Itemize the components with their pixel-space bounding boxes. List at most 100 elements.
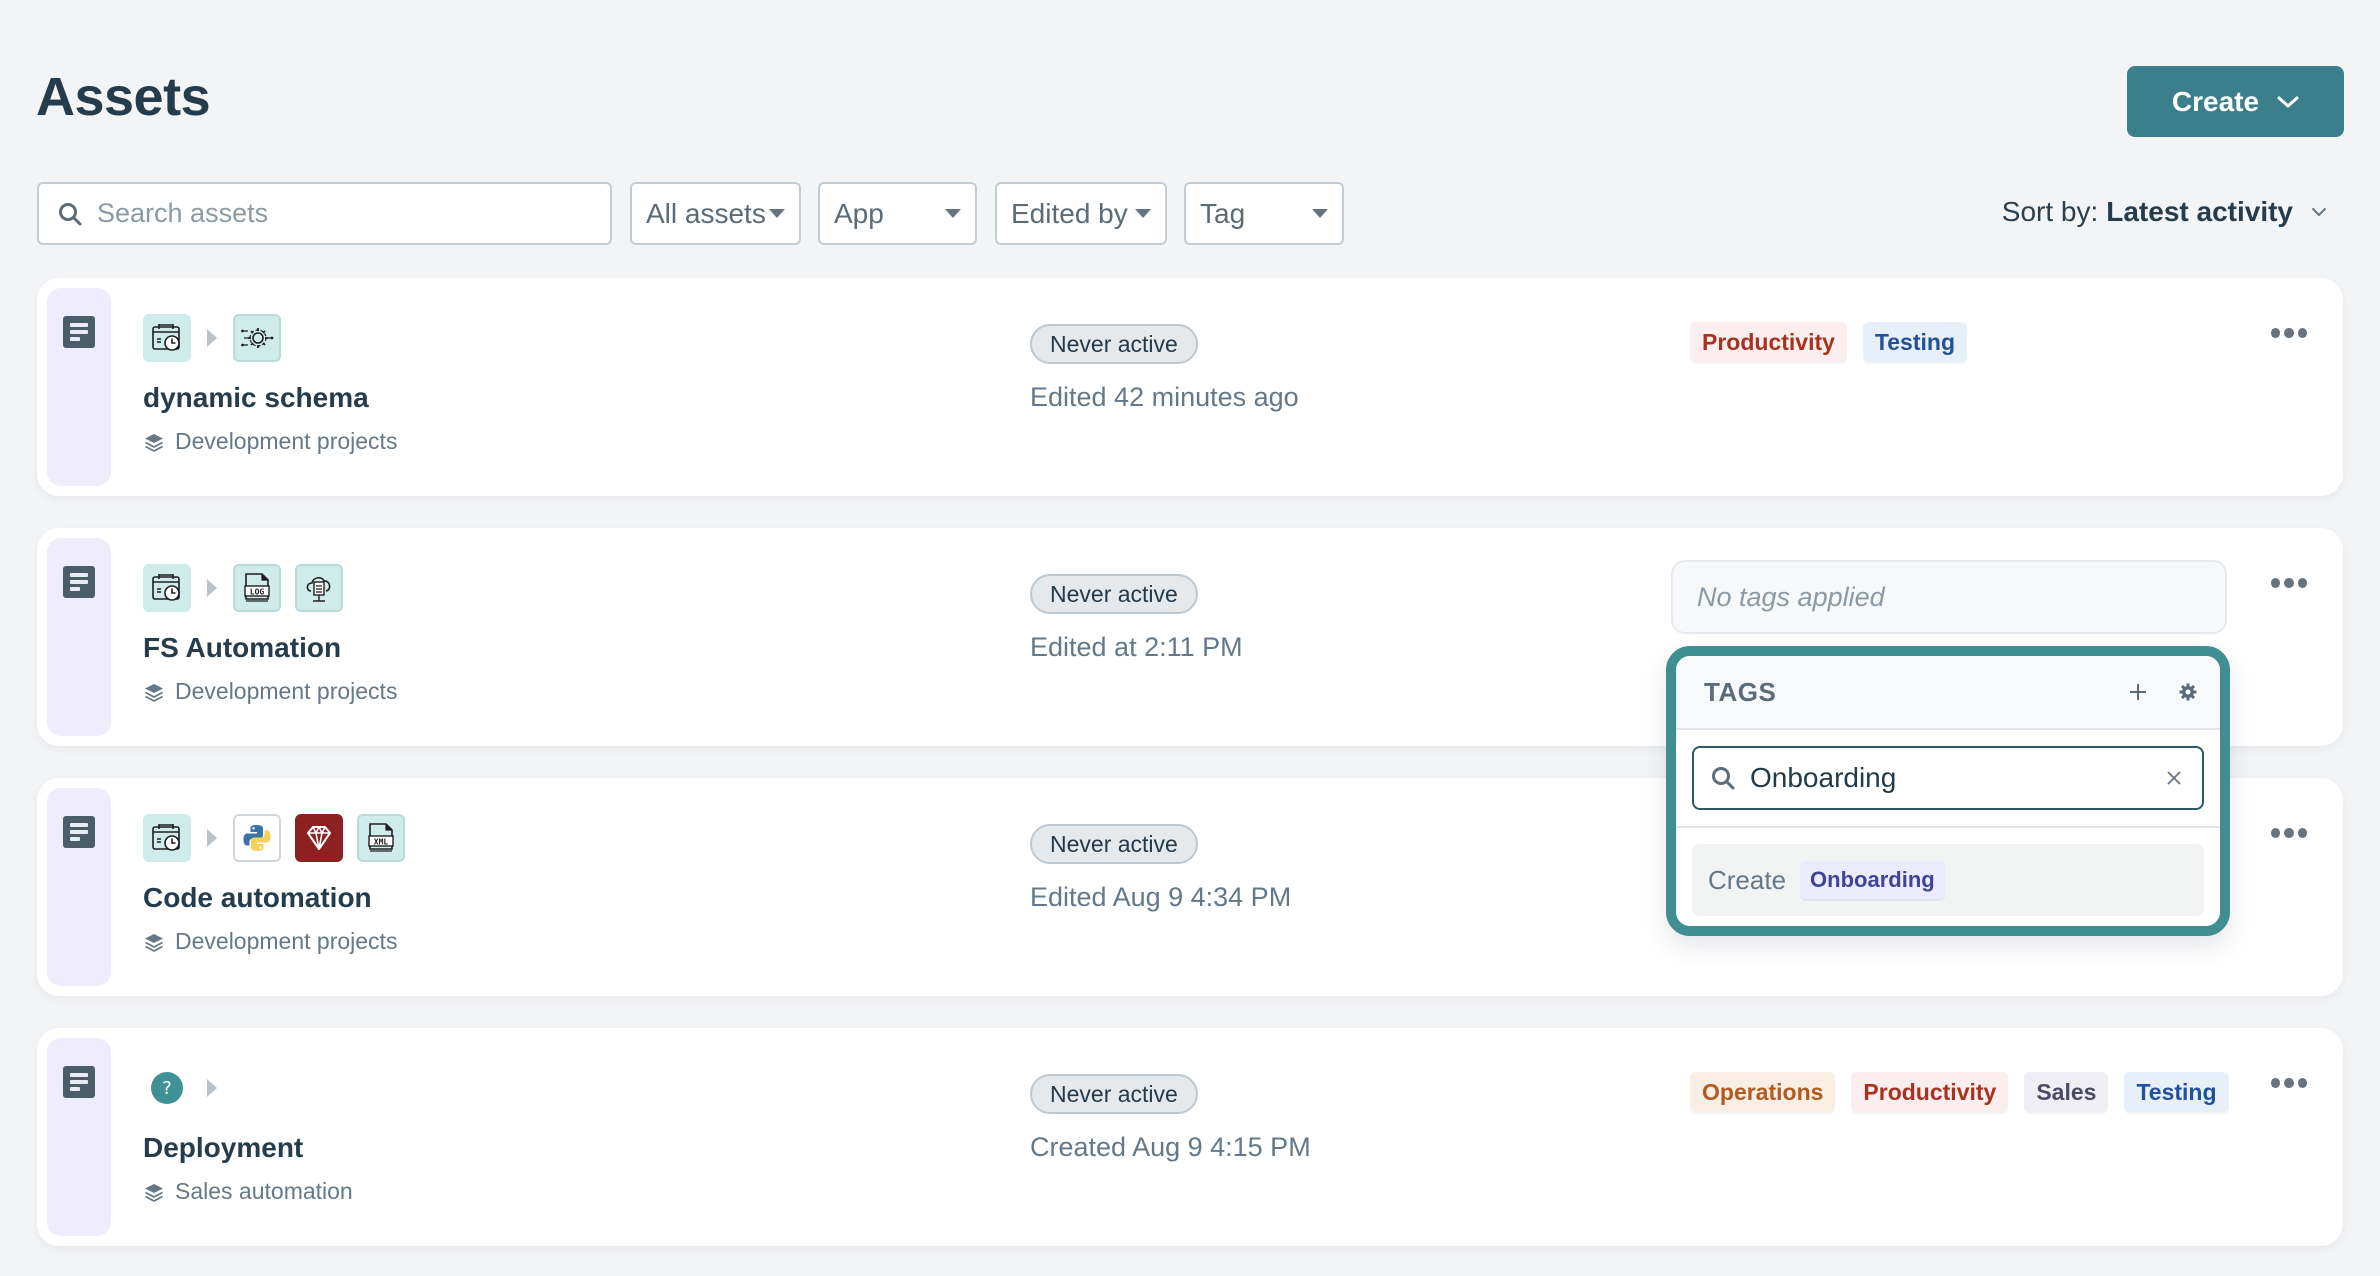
app-connectors (143, 314, 281, 362)
dot (2271, 328, 2281, 338)
edited-time: Edited 42 minutes ago (1030, 382, 1299, 412)
layers-icon (143, 681, 165, 703)
filter-edited-by[interactable]: Edited by (995, 182, 1167, 245)
gear-circuit-icon (233, 314, 281, 362)
search-icon (1712, 767, 1735, 790)
layers-icon (143, 431, 165, 453)
asset-project[interactable]: Development projects (143, 678, 397, 705)
tag-productivity[interactable]: Productivity (1690, 322, 1847, 362)
layers-icon (143, 1181, 165, 1203)
caret-down-icon (1312, 209, 1328, 218)
dot (2297, 578, 2307, 588)
more-options-button[interactable] (2271, 578, 2307, 592)
tag-search-input[interactable] (1750, 762, 2152, 794)
create-button-label: Create (2171, 85, 2260, 117)
tag-search-field[interactable] (1692, 746, 2204, 810)
more-options-button[interactable] (2271, 328, 2307, 342)
chevron-down-icon (2277, 96, 2299, 107)
caret-down-icon (945, 209, 961, 218)
tags-popover: TAGS Onboarding Create Onboarding (1666, 646, 2230, 936)
asset-row[interactable]: dynamic schema Development projects Neve… (37, 278, 2343, 496)
no-tags-field[interactable]: No tags applied (1671, 560, 2227, 634)
scheduler-icon (143, 314, 191, 362)
app-connectors (143, 814, 405, 862)
asset-project[interactable]: Sales automation (143, 1178, 353, 1205)
tag-sales[interactable]: Sales (2024, 1072, 2109, 1112)
asset-project[interactable]: Development projects (143, 928, 397, 955)
status-badge: Never active (1030, 324, 1198, 364)
dot (2284, 578, 2294, 588)
filter-all-assets[interactable]: All assets (630, 182, 801, 245)
dot (2297, 328, 2307, 338)
plus-icon[interactable] (2128, 682, 2148, 702)
tags-popover-header: TAGS (1676, 656, 2220, 730)
tag-testing[interactable]: Testing (1862, 322, 1967, 362)
app-connectors: ? (143, 1064, 219, 1112)
more-options-button[interactable] (2271, 828, 2307, 842)
scheduler-icon (143, 564, 191, 612)
more-options-button[interactable] (2271, 1078, 2307, 1092)
dot (2297, 1078, 2307, 1088)
flow-arrow-icon (207, 329, 217, 347)
tags-popover-title: TAGS (1704, 676, 1777, 707)
status-badge: Never active (1030, 574, 1198, 614)
dot (2271, 1078, 2281, 1088)
cloud-file-icon (295, 564, 343, 612)
asset-row[interactable]: ? Deployment Sales automation Never acti… (37, 1028, 2343, 1246)
create-button[interactable]: Create (2127, 66, 2344, 137)
ruby-icon (295, 814, 343, 862)
asset-project[interactable]: Development projects (143, 428, 397, 455)
flow-arrow-icon (207, 829, 217, 847)
asset-project-label: Development projects (175, 428, 398, 454)
sort-value: Latest activity (2106, 196, 2293, 227)
layers-icon (143, 931, 165, 953)
asset-name[interactable]: FS Automation (143, 632, 341, 664)
gear-icon[interactable] (2178, 682, 2198, 702)
edited-time: Created Aug 9 4:15 PM (1030, 1132, 1311, 1162)
filter-tag-label: Tag (1200, 197, 1246, 229)
asset-project-label: Sales automation (175, 1178, 353, 1204)
edited-time: Edited at 2:11 PM (1030, 632, 1243, 662)
recipe-document-icon (63, 566, 95, 598)
dot (2284, 328, 2294, 338)
clear-icon[interactable] (2166, 770, 2182, 786)
filter-all-assets-label: All assets (646, 197, 766, 229)
sort-prefix: Sort by: (2001, 196, 2099, 227)
filter-app-label: App (834, 197, 884, 229)
tag-operations[interactable]: Operations (1690, 1072, 1836, 1112)
filter-app[interactable]: App (818, 182, 977, 245)
sort-dropdown[interactable]: Sort by: Latest activity (2002, 196, 2327, 228)
scheduler-icon (143, 814, 191, 862)
recipe-document-icon (63, 1066, 95, 1098)
xml-file-icon (357, 814, 405, 862)
search-assets-input[interactable] (97, 198, 610, 229)
asset-project-label: Development projects (175, 928, 398, 954)
edited-time: Edited Aug 9 4:34 PM (1030, 882, 1292, 912)
asset-project-label: Development projects (175, 678, 398, 704)
page-title: Assets (36, 67, 211, 127)
asset-name[interactable]: dynamic schema (143, 382, 369, 414)
app-connectors (143, 564, 343, 612)
search-icon (59, 202, 82, 225)
create-tag-prefix: Create (1708, 864, 1787, 895)
dot (2271, 828, 2281, 838)
search-assets-field[interactable] (37, 182, 612, 245)
asset-name[interactable]: Code automation (143, 882, 372, 914)
recipe-document-icon (63, 816, 95, 848)
new-tag-chip: Onboarding (1800, 861, 1945, 899)
status-badge: Never active (1030, 824, 1198, 864)
tag-productivity[interactable]: Productivity (1851, 1072, 2009, 1112)
caret-down-icon (1135, 209, 1151, 218)
asset-name[interactable]: Deployment (143, 1132, 303, 1164)
create-tag-option[interactable]: Create Onboarding (1692, 844, 2204, 916)
status-badge: Never active (1030, 1074, 1198, 1114)
dot (2284, 828, 2294, 838)
filter-tag[interactable]: Tag (1184, 182, 1344, 245)
log-file-icon (233, 564, 281, 612)
dot (2271, 578, 2281, 588)
filter-edited-by-label: Edited by (1011, 197, 1128, 229)
tag-list: Operations Productivity Sales Testing (1690, 1072, 2229, 1112)
tag-testing[interactable]: Testing (2124, 1072, 2229, 1112)
svg-text:?: ? (162, 1078, 172, 1099)
tag-list: Productivity Testing (1690, 322, 1967, 362)
